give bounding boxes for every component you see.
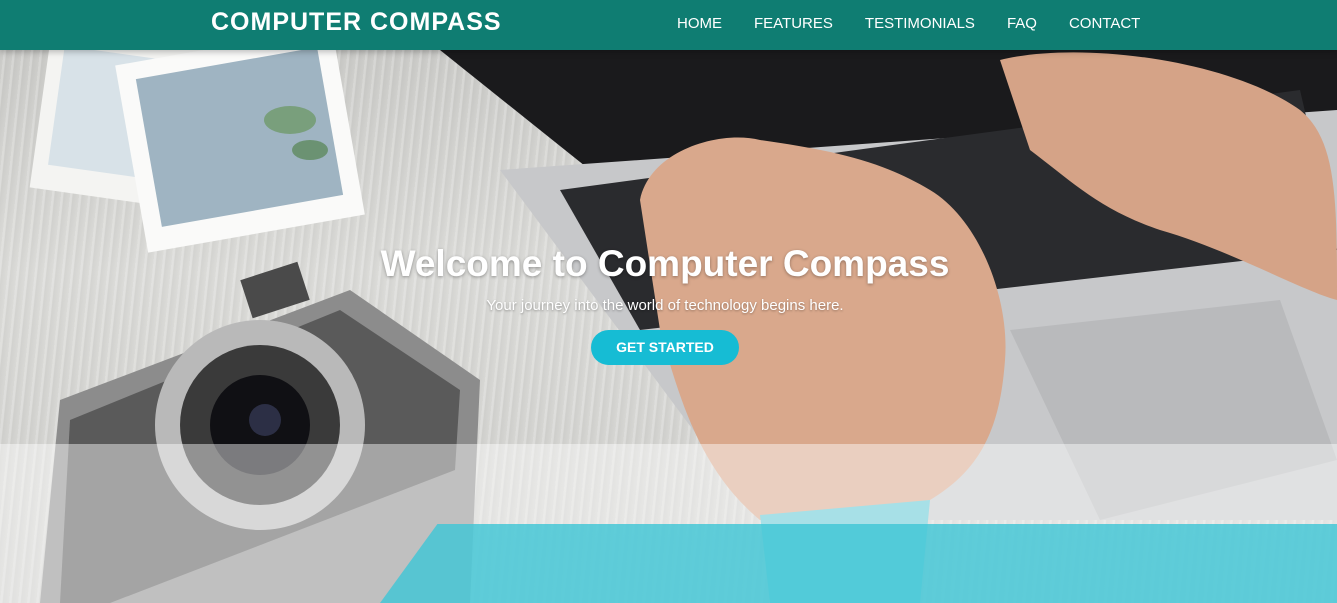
nav-item-home: HOME (677, 15, 722, 33)
brand-logo[interactable]: COMPUTER COMPASS (211, 8, 502, 37)
nav-link-home[interactable]: HOME (677, 15, 722, 32)
hero-subtitle: Your journey into the world of technolog… (486, 297, 844, 314)
nav-link-faq[interactable]: FAQ (1007, 15, 1037, 32)
top-navbar: COMPUTER COMPASS HOME FEATURES TESTIMONI… (0, 0, 1337, 50)
nav-item-testimonials: TESTIMONIALS (865, 15, 975, 33)
get-started-button[interactable]: GET STARTED (591, 330, 739, 365)
nav-item-features: FEATURES (754, 15, 833, 33)
nav-menu: HOME FEATURES TESTIMONIALS FAQ CONTACT (677, 15, 1172, 33)
nav-link-contact[interactable]: CONTACT (1069, 15, 1140, 32)
teal-band (380, 524, 1337, 603)
nav-item-faq: FAQ (1007, 15, 1037, 33)
nav-item-contact: CONTACT (1069, 15, 1140, 33)
nav-link-testimonials[interactable]: TESTIMONIALS (865, 15, 975, 32)
nav-link-features[interactable]: FEATURES (754, 15, 833, 32)
polaroid-photos (29, 27, 365, 253)
hero-title: Welcome to Computer Compass (380, 243, 950, 284)
hero-content: Welcome to Computer Compass Your journey… (0, 243, 1330, 365)
